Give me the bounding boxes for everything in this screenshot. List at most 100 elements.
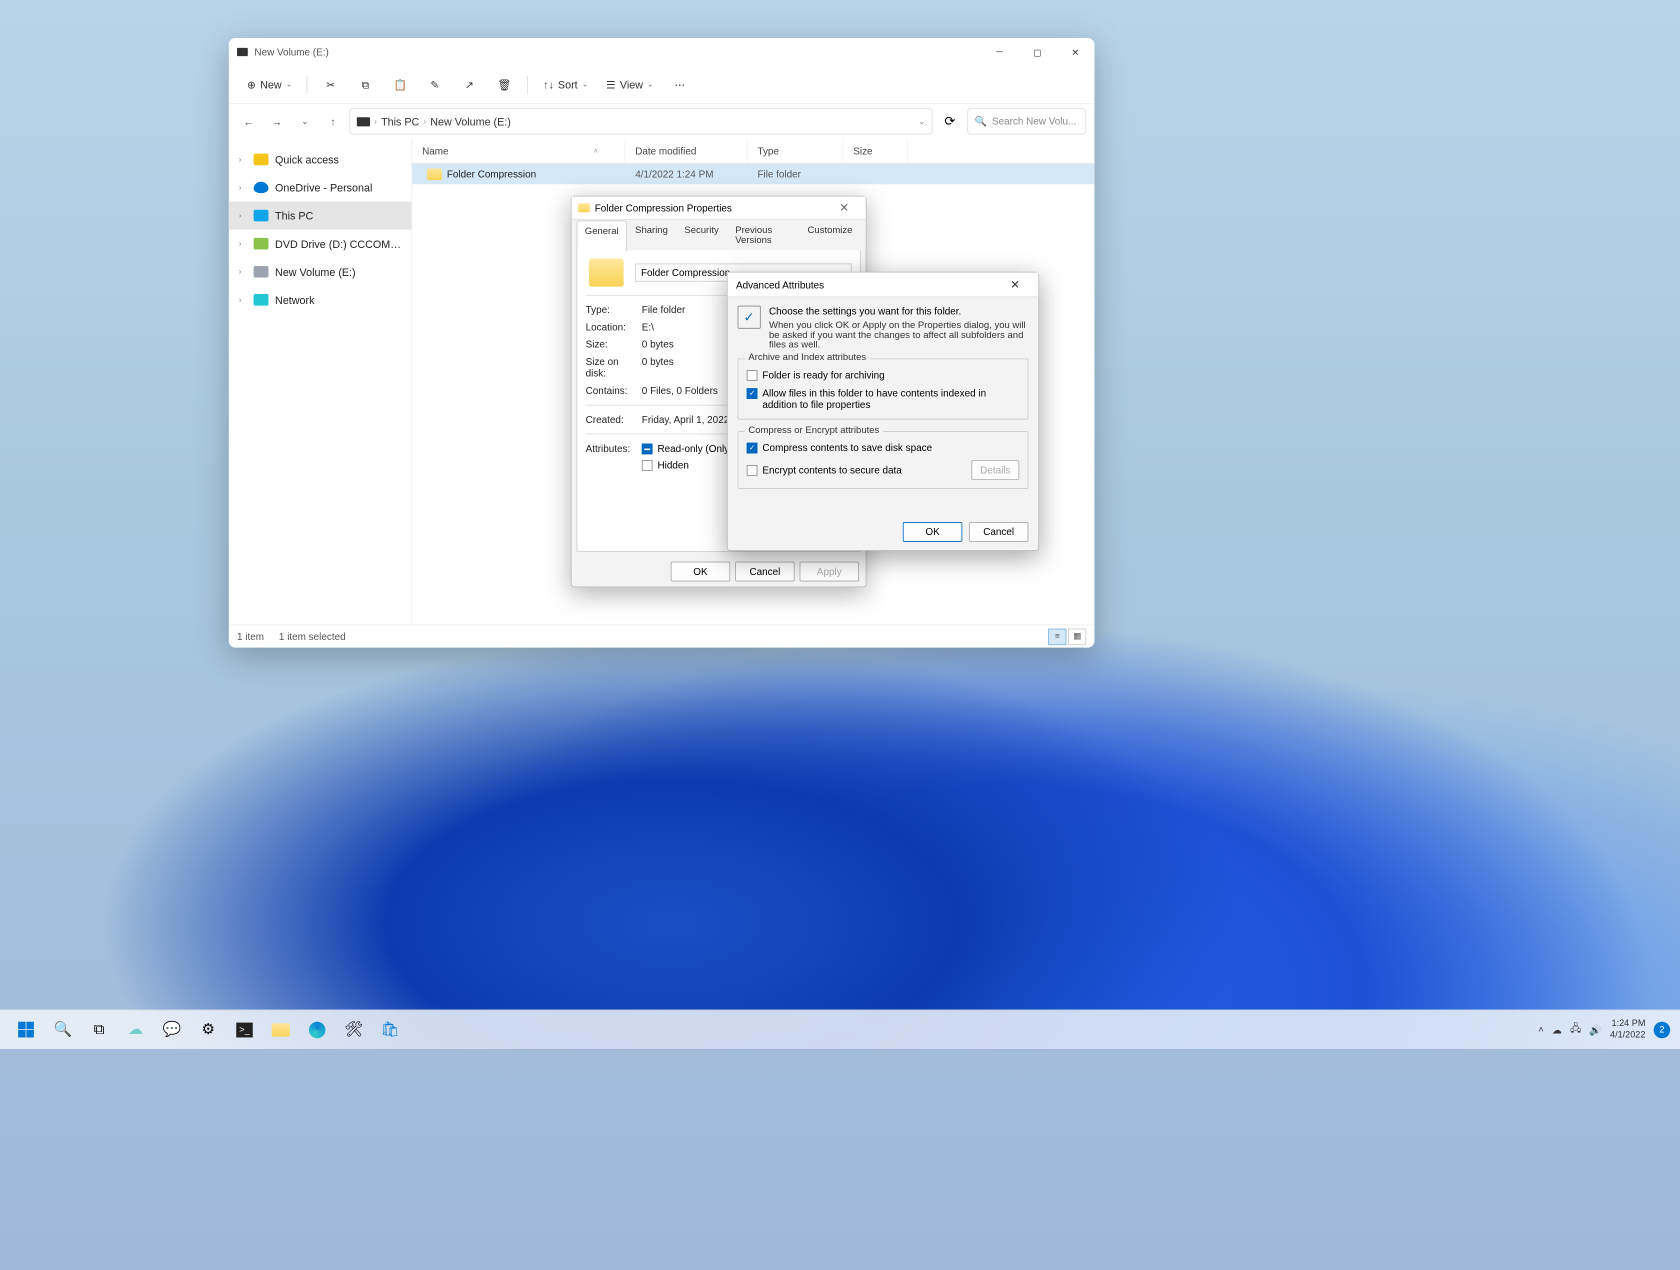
sort-button[interactable]: ↑↓ Sort ⌄	[536, 74, 594, 96]
tab-sharing[interactable]: Sharing	[627, 220, 676, 251]
column-date[interactable]: Date modified	[625, 139, 747, 163]
breadcrumb-item[interactable]: This PC	[381, 115, 419, 127]
advanced-titlebar[interactable]: Advanced Attributes ✕	[728, 273, 1039, 298]
cancel-button[interactable]: Cancel	[969, 522, 1028, 542]
taskbar-app-edge[interactable]	[301, 1013, 334, 1046]
index-checkbox[interactable]: ✓	[747, 388, 758, 399]
label-location: Location:	[586, 321, 642, 333]
ok-button[interactable]: OK	[903, 522, 962, 542]
thumbnails-view-button[interactable]: ▦	[1068, 628, 1086, 645]
share-button[interactable]: ↗	[455, 71, 485, 97]
address-bar[interactable]: › This PC › New Volume (E:) ⌄	[349, 108, 932, 134]
label-size: Size:	[586, 339, 642, 351]
copy-button[interactable]: ⧉	[351, 71, 381, 97]
disc-icon	[254, 238, 269, 250]
maximize-button[interactable]: ▢	[1018, 38, 1056, 66]
label-created: Created:	[586, 414, 642, 426]
value-location: E:\	[642, 321, 654, 333]
paste-button[interactable]: 📋	[385, 71, 415, 97]
search-input[interactable]: 🔍 Search New Volu...	[967, 108, 1086, 134]
close-button[interactable]: ✕	[1056, 38, 1094, 66]
search-button[interactable]: 🔍	[46, 1013, 79, 1046]
taskbar-app-explorer[interactable]	[264, 1013, 297, 1046]
archive-checkbox[interactable]	[747, 370, 758, 381]
taskbar-app-settings[interactable]: ⚙	[192, 1013, 225, 1046]
delete-button[interactable]: 🗑	[489, 71, 519, 97]
chat-icon: 💬	[163, 1021, 182, 1038]
chevron-down-icon[interactable]: ⌄	[918, 117, 925, 126]
nav-dvd-drive[interactable]: ›DVD Drive (D:) CCCOMA_X64FR	[229, 230, 412, 258]
group-legend: Compress or Encrypt attributes	[745, 425, 883, 435]
properties-titlebar[interactable]: Folder Compression Properties ✕	[572, 197, 866, 220]
intro-text-2: When you click OK or Apply on the Proper…	[769, 320, 1028, 350]
cloud-icon	[254, 182, 269, 194]
readonly-checkbox[interactable]	[642, 444, 653, 455]
cut-button[interactable]: ✂	[316, 71, 346, 97]
tab-general[interactable]: General	[577, 221, 627, 252]
edge-icon	[309, 1021, 326, 1038]
value-size: 0 bytes	[642, 339, 674, 351]
notification-badge[interactable]: 2	[1654, 1021, 1671, 1038]
task-view-button[interactable]: ⧉	[83, 1013, 116, 1046]
apply-button[interactable]: Apply	[800, 562, 859, 582]
folder-icon	[427, 168, 442, 180]
taskbar-app[interactable]: ☁	[119, 1013, 152, 1046]
network-tray-icon[interactable]: 🖧	[1570, 1021, 1581, 1038]
details-button[interactable]: Details	[971, 460, 1019, 480]
back-button[interactable]: ←	[237, 110, 260, 133]
column-type[interactable]: Type	[748, 139, 844, 163]
hidden-checkbox[interactable]	[642, 460, 653, 471]
tab-customize[interactable]: Customize	[799, 220, 860, 251]
tray-chevron-icon[interactable]: ˄	[1538, 1025, 1543, 1035]
explorer-titlebar[interactable]: New Volume (E:) ─ ▢ ✕	[229, 38, 1095, 66]
drive-icon	[237, 48, 248, 56]
onedrive-tray-icon[interactable]: ☁	[1552, 1024, 1562, 1036]
rename-button[interactable]: ✎	[420, 71, 450, 97]
tab-previous-versions[interactable]: Previous Versions	[727, 220, 799, 251]
weather-icon: ☁	[128, 1021, 143, 1038]
cancel-button[interactable]: Cancel	[735, 562, 794, 582]
close-button[interactable]: ✕	[829, 201, 859, 215]
advanced-footer: OK Cancel	[728, 515, 1039, 550]
recent-button[interactable]: ⌄	[293, 110, 316, 133]
terminal-icon: >_	[236, 1022, 253, 1037]
folder-icon	[578, 203, 590, 212]
taskbar-app-terminal[interactable]: >_	[228, 1013, 261, 1046]
advanced-attributes-dialog: Advanced Attributes ✕ ✓ Choose the setti…	[727, 272, 1039, 551]
nav-onedrive[interactable]: ›OneDrive - Personal	[229, 173, 412, 201]
close-button[interactable]: ✕	[1000, 278, 1030, 292]
column-name[interactable]: Name˄	[412, 139, 625, 163]
new-button[interactable]: ⊕ New ⌄	[240, 73, 298, 96]
ok-button[interactable]: OK	[671, 562, 730, 582]
taskbar-app[interactable]: 🛠	[337, 1013, 370, 1046]
column-size[interactable]: Size	[843, 139, 907, 163]
search-icon: 🔍	[54, 1021, 73, 1038]
view-button[interactable]: ☰ View ⌄	[600, 73, 660, 96]
status-bar: 1 item 1 item selected ≡ ▦	[229, 624, 1095, 647]
nav-quick-access[interactable]: ›Quick access	[229, 145, 412, 173]
volume-tray-icon[interactable]: 🔊	[1589, 1024, 1601, 1036]
breadcrumb-item[interactable]: New Volume (E:)	[430, 115, 511, 127]
minimize-button[interactable]: ─	[980, 38, 1018, 66]
start-button[interactable]	[10, 1013, 43, 1046]
app-icon: 🛠	[344, 1021, 363, 1038]
nav-this-pc[interactable]: ›This PC	[229, 202, 412, 230]
chevron-right-icon: ›	[239, 267, 247, 276]
dialog-title: Advanced Attributes	[736, 279, 824, 291]
clock[interactable]: 1:24 PM 4/1/2022	[1610, 1019, 1645, 1041]
encrypt-checkbox[interactable]	[747, 465, 758, 476]
intro-text-1: Choose the settings you want for this fo…	[769, 306, 1028, 318]
tab-security[interactable]: Security	[676, 220, 727, 251]
details-view-button[interactable]: ≡	[1048, 628, 1066, 645]
compress-checkbox[interactable]: ✓	[747, 443, 758, 454]
explorer-toolbar: ⊕ New ⌄ ✂ ⧉ 📋 ✎ ↗ 🗑 ↑↓ Sort ⌄ ☰ View ⌄ ⋯	[229, 66, 1095, 104]
refresh-button[interactable]: ⟳	[938, 109, 963, 134]
file-row[interactable]: Folder Compression 4/1/2022 1:24 PM File…	[412, 164, 1094, 185]
taskbar-app[interactable]: 💬	[155, 1013, 188, 1046]
taskbar-app-store[interactable]: 🛍	[373, 1013, 406, 1046]
nav-network[interactable]: ›Network	[229, 286, 412, 314]
more-button[interactable]: ⋯	[665, 71, 695, 97]
forward-button[interactable]: →	[265, 110, 288, 133]
nav-volume-e[interactable]: ›New Volume (E:)	[229, 258, 412, 286]
up-button[interactable]: ↑	[321, 110, 344, 133]
